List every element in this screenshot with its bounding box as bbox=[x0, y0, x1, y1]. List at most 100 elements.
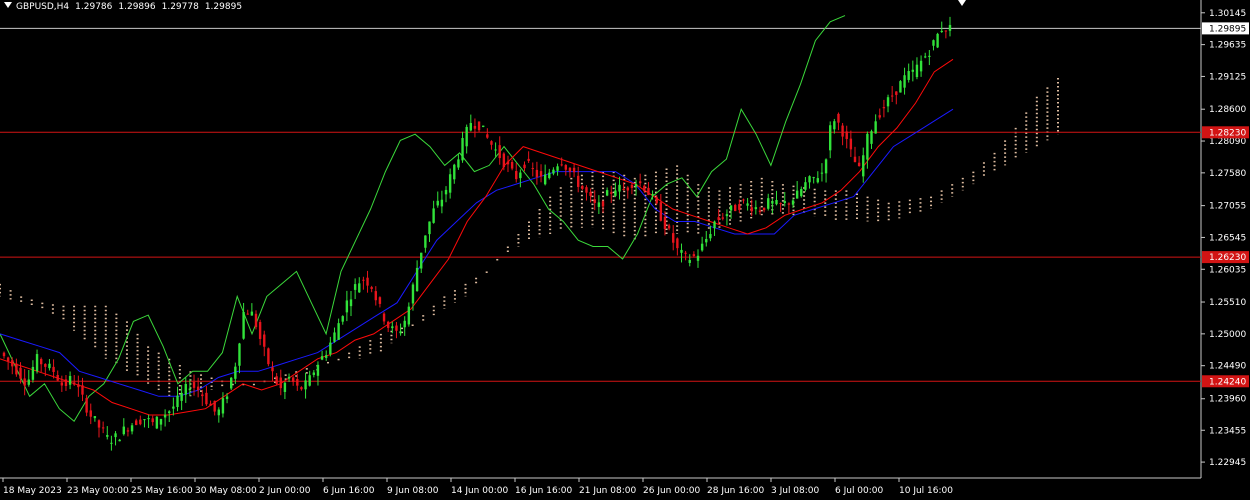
candle-bull bbox=[911, 69, 915, 72]
candle-bull bbox=[424, 235, 427, 248]
candle-bear bbox=[837, 113, 840, 123]
x-tick-label: 3 Jul 08:00 bbox=[771, 486, 820, 496]
y-tick-label: 1.24490 bbox=[1209, 362, 1246, 372]
candle-bull bbox=[795, 190, 799, 199]
candle-bull bbox=[932, 40, 935, 46]
candle-bull bbox=[399, 331, 402, 334]
candle-bull bbox=[651, 194, 654, 196]
candle-bear bbox=[126, 430, 130, 432]
candle-bear bbox=[263, 334, 266, 347]
candle-bear bbox=[52, 366, 55, 372]
y-tick-label: 1.30145 bbox=[1209, 9, 1246, 19]
candle-bear bbox=[477, 121, 481, 131]
candle-bear bbox=[733, 204, 737, 212]
x-tick-label: 9 Jun 08:00 bbox=[387, 486, 439, 496]
candle-bear bbox=[486, 134, 489, 138]
candle-bull bbox=[829, 125, 832, 151]
dropdown-triangle-icon[interactable] bbox=[4, 2, 12, 8]
candle-bear bbox=[97, 420, 101, 428]
candle-bull bbox=[899, 81, 902, 93]
candle-bull bbox=[420, 252, 423, 269]
candle-bull bbox=[238, 343, 241, 366]
candle-bear bbox=[89, 410, 92, 417]
candle-bear bbox=[201, 394, 204, 397]
candle-bull bbox=[325, 355, 328, 358]
candle-bull bbox=[155, 416, 159, 429]
candle-bull bbox=[444, 189, 448, 195]
x-tick-label: 30 May 08:00 bbox=[195, 486, 257, 496]
candle-bull bbox=[329, 342, 332, 355]
candle-bear bbox=[647, 187, 650, 196]
candle-bull bbox=[304, 380, 307, 390]
x-tick-label: 16 Jun 16:00 bbox=[515, 486, 572, 496]
y-tick-label: 1.23960 bbox=[1209, 395, 1246, 405]
candle-bull bbox=[775, 200, 778, 205]
candle-bull bbox=[221, 398, 225, 414]
candle-bull bbox=[709, 234, 712, 239]
candle-bull bbox=[948, 24, 952, 31]
candle-bull bbox=[349, 299, 353, 307]
candle-bear bbox=[663, 217, 667, 229]
candle-bull bbox=[403, 320, 406, 328]
candle-bull bbox=[548, 172, 551, 179]
candle-bear bbox=[878, 115, 881, 118]
candle-bull bbox=[618, 184, 621, 192]
candle-bear bbox=[19, 367, 22, 379]
candle-bear bbox=[684, 252, 687, 254]
candle-bear bbox=[246, 313, 249, 315]
candle-bull bbox=[93, 416, 97, 419]
high-value: 1.29896 bbox=[118, 2, 156, 12]
candle-bull bbox=[924, 56, 927, 58]
y-tick-label: 1.25000 bbox=[1209, 330, 1246, 340]
x-tick-label: 28 Jun 16:00 bbox=[707, 486, 764, 496]
candle-bull bbox=[432, 208, 435, 223]
candle-bull bbox=[812, 177, 815, 179]
candle-bull bbox=[800, 189, 803, 197]
candle-bull bbox=[808, 176, 811, 183]
candle-bull bbox=[316, 364, 320, 376]
candle-bull bbox=[345, 300, 349, 313]
candle-bull bbox=[440, 199, 444, 207]
symbol-info-bar: GBPUSD,H4 1.29786 1.29896 1.29778 1.29895 bbox=[4, 2, 248, 12]
candle-bull bbox=[680, 249, 683, 253]
price-chart[interactable]: 1.30145 1.29635 1.29125 1.28600 1.28090 1.275… bbox=[0, 0, 1250, 500]
chart-window[interactable]: 1.30145 1.29635 1.29125 1.28600 1.28090 1.275… bbox=[0, 0, 1250, 500]
candle-bear bbox=[779, 203, 782, 205]
candle-bear bbox=[630, 184, 634, 188]
candle-bear bbox=[643, 185, 646, 192]
candle-bull bbox=[411, 284, 415, 304]
candle-bull bbox=[130, 425, 134, 432]
x-tick-label: 14 Jun 00:00 bbox=[451, 486, 508, 496]
candle-bear bbox=[300, 387, 303, 390]
candle-bull bbox=[461, 138, 464, 161]
candle-bear bbox=[717, 217, 720, 220]
candle-bear bbox=[258, 322, 262, 339]
candle-bull bbox=[874, 121, 877, 134]
candle-bull bbox=[804, 182, 807, 190]
y-tick-label: 1.28600 bbox=[1209, 105, 1246, 115]
candle-bull bbox=[907, 71, 910, 80]
candle-bull bbox=[688, 259, 691, 263]
x-tick-label: 18 May 2023 bbox=[3, 486, 62, 496]
candle-bull bbox=[556, 166, 559, 171]
candle-bear bbox=[73, 382, 76, 385]
candle-bear bbox=[291, 377, 295, 382]
candle-bear bbox=[890, 95, 894, 97]
level-price-tag-0-text: 1.28230 bbox=[1209, 128, 1246, 138]
candle-bear bbox=[192, 382, 196, 388]
candle-bear bbox=[2, 352, 6, 357]
candle-bull bbox=[605, 190, 609, 196]
candle-bull bbox=[543, 174, 547, 185]
candle-bear bbox=[787, 203, 791, 205]
candle-bull bbox=[184, 383, 187, 395]
candle-bear bbox=[510, 162, 514, 169]
candle-bull bbox=[234, 366, 237, 379]
candle-bull bbox=[448, 174, 452, 193]
candle-bull bbox=[337, 323, 340, 340]
chart-shift-icon[interactable] bbox=[958, 0, 966, 6]
candle-bull bbox=[886, 97, 890, 107]
candle-bull bbox=[242, 311, 245, 339]
candle-bull bbox=[870, 131, 873, 144]
candle-bear bbox=[515, 171, 518, 180]
candle-bull bbox=[180, 392, 183, 401]
